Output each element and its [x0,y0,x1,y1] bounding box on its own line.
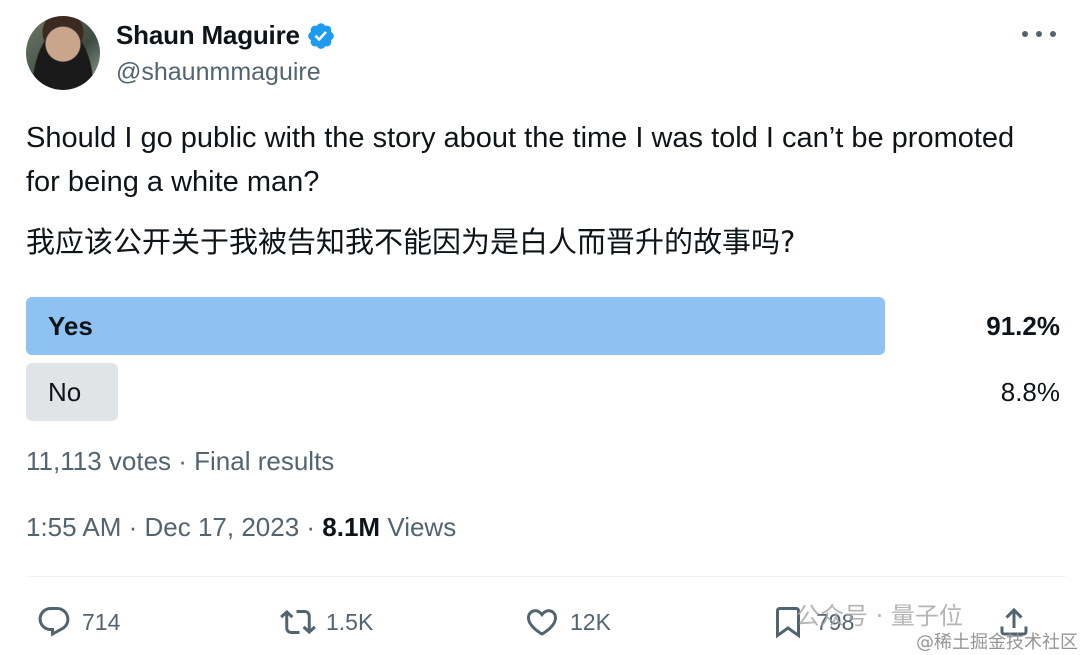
watermark-juejin: @稀土掘金技术社区 [916,632,1078,653]
poll-option-label: Yes [48,311,93,341]
timestamp-time[interactable]: 1:55 AM · Dec 17, 2023 · [26,512,322,542]
author-handle[interactable]: @shaunmmaguire [116,58,321,87]
reply-icon [38,607,70,637]
verified-badge-icon [307,22,334,49]
watermark-wechat: 公众号 · 量子位 [796,602,963,630]
views-label: Views [380,512,457,542]
retweet-count: 1.5K [326,608,374,635]
author-display-name[interactable]: Shaun Maguire [116,20,300,51]
more-horizontal-icon [1022,31,1028,37]
retweet-button[interactable]: 1.5K [280,598,373,646]
poll-option-percent: 8.8% [1000,377,1060,407]
poll-option-percent: 91.2% [986,311,1060,341]
avatar[interactable] [26,16,100,90]
poll: Yes 91.2% No 8.8% [26,297,1066,429]
views-count: 8.1M [322,512,381,542]
tweet-timestamp: 1:55 AM · Dec 17, 2023 · 8.1M Views [26,512,456,543]
tweet-text-chinese: 我应该公开关于我被告知我不能因为是白人而晋升的故事吗? [26,225,796,259]
reply-button[interactable]: 714 [36,598,120,646]
like-button[interactable]: 12K [524,598,611,646]
author-name-row: Shaun Maguire [116,20,336,51]
poll-meta: 11,113 votes · Final results [26,446,335,476]
reply-count: 714 [82,608,121,635]
heart-icon [526,609,558,636]
poll-option-label: No [48,377,82,407]
poll-option-yes: Yes 91.2% [26,297,1066,355]
poll-option-no: No 8.8% [26,363,1066,421]
more-options-button[interactable] [1022,22,1056,46]
poll-bar-yes [26,297,885,355]
divider [26,576,1066,577]
like-count: 12K [570,608,611,635]
tweet-text-english: Should I go public with the story about … [26,122,1015,198]
tweet-header: Shaun Maguire @shaunmmaguire [26,14,1066,94]
retweet-icon [280,609,316,635]
